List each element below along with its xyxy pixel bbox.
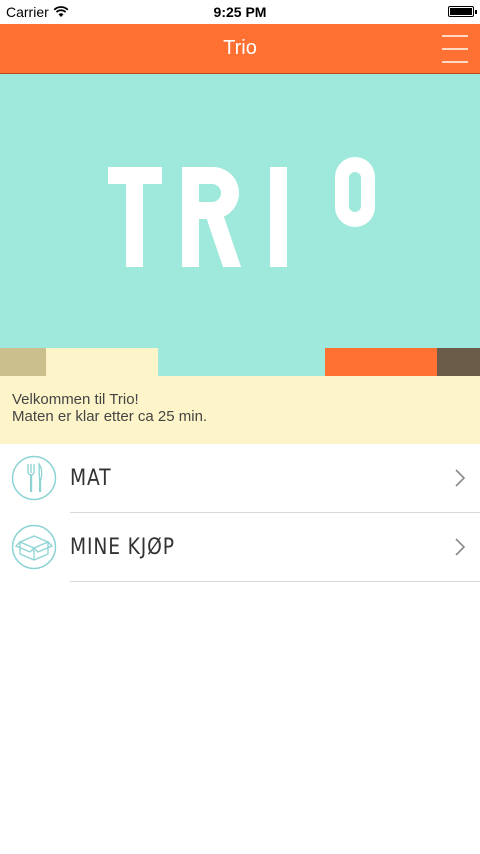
nav-title: Trio <box>223 37 257 59</box>
menu-item-separator <box>70 581 480 582</box>
menu-list: MAT MINE KJØP <box>0 444 480 582</box>
chevron-right-icon <box>455 538 466 556</box>
hero-banner <box>0 74 480 348</box>
cutlery-icon <box>11 455 57 501</box>
strip-segment-cream <box>46 348 158 376</box>
status-bar: Carrier 9:25 PM <box>0 0 480 24</box>
menu-item-mat-label: MAT <box>70 466 112 491</box>
chevron-right-icon <box>455 469 466 487</box>
box-icon <box>11 524 57 570</box>
hamburger-menu-icon[interactable] <box>442 34 468 64</box>
strip-segment-orange <box>325 348 437 376</box>
welcome-title: Velkommen til Trio! <box>12 391 139 408</box>
strip-segment-tan <box>0 348 46 376</box>
nav-bar: Trio <box>0 24 480 74</box>
color-strip <box>0 348 480 376</box>
strip-segment-brown <box>437 348 480 376</box>
menu-item-mine-kjop[interactable]: MINE KJØP <box>0 513 480 582</box>
trio-logo <box>108 157 375 267</box>
welcome-banner: Velkommen til Trio! Maten er klar etter … <box>0 376 480 444</box>
welcome-subtitle: Maten er klar etter ca 25 min. <box>12 408 208 425</box>
menu-item-mat[interactable]: MAT <box>0 444 480 513</box>
menu-item-mine-kjop-label: MINE KJØP <box>70 535 175 560</box>
status-time: 9:25 PM <box>213 4 267 20</box>
battery-icon <box>448 6 477 17</box>
